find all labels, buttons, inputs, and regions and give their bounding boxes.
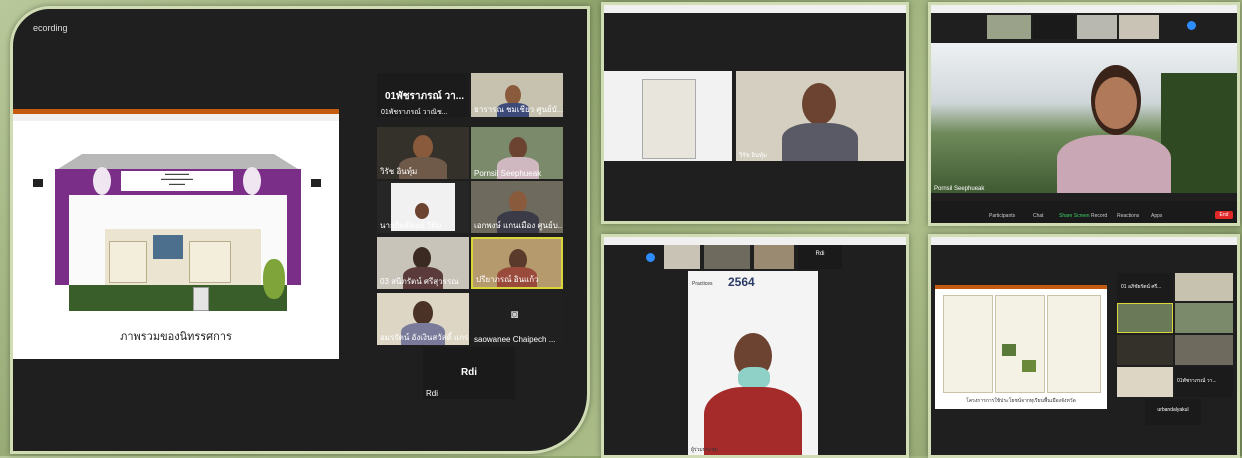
speaker-video[interactable]: Pornsil Seephueak bbox=[931, 43, 1237, 193]
camera-off-icon: ◙ bbox=[511, 307, 519, 321]
participant-name: 03 สนิภรัตน์ ศรีสุวรรณ bbox=[380, 277, 459, 286]
zoom-window-main: ecording ▬▬▬▬▬▬ ▬▬▬▬▬▬▬▬ ▬▬▬▬ ภาพรวมของนิท… bbox=[10, 6, 590, 454]
participant-tile[interactable]: ปรียาภรณ์ อินแก้ว bbox=[471, 237, 563, 289]
speaker-sub-label: 01พัชราภรณ์ วาณิช... bbox=[381, 109, 448, 116]
participant-name: ปรียาภรณ์ อินแก้ว bbox=[476, 275, 539, 284]
participant-name: วิรัช อินทุ์ม bbox=[380, 167, 418, 176]
participant-name: saowanee Chaipech ... bbox=[474, 335, 556, 344]
poster-right bbox=[1047, 295, 1101, 393]
zoom-window-2: วิรัช อินทุ์ม bbox=[601, 2, 909, 224]
participant-tile[interactable]: ◙ saowanee Chaipech ... bbox=[471, 293, 563, 345]
participant-name: ธารารณ ชมเชียว ศูนย์บั... bbox=[474, 105, 563, 114]
thumbnail-tile[interactable] bbox=[987, 15, 1031, 39]
participant-name: ผู้ร่วมประชุม bbox=[691, 447, 718, 453]
zoom-window-3: Pornsil Seephueak Participants Chat Shar… bbox=[928, 2, 1240, 226]
participant-name: เอกพงษ์ แกนเมือง ศูนย์บ... bbox=[474, 221, 563, 230]
participant-name: วิรัช อินทุ์ม bbox=[739, 153, 767, 159]
thumbnail-tile[interactable] bbox=[754, 245, 794, 269]
slide-caption: โครงการการใช้ประโยชน์จากทุเรียนพื้นเมือง… bbox=[966, 398, 1076, 404]
shared-slide: โครงการการใช้ประโยชน์จากทุเรียนพื้นเมือง… bbox=[935, 285, 1107, 409]
thumbnail-tile[interactable] bbox=[704, 245, 750, 269]
control-reactions[interactable]: Reactions bbox=[1117, 213, 1139, 219]
control-chat[interactable]: Chat bbox=[1033, 213, 1044, 219]
speaker-name: 01 อภิชัยรัตน์ ศรี... bbox=[1121, 284, 1162, 290]
recording-label: ecording bbox=[33, 23, 68, 33]
control-share-screen[interactable]: Share Screen bbox=[1059, 213, 1090, 219]
participant-name: นายกิตติพงษ์ วีทิม bbox=[380, 221, 442, 230]
speaker-video[interactable]: วิรัช อินทุ์ม bbox=[736, 71, 904, 161]
zoom-window-4: Rdi 2564 Practices ผู้ร่วมประชุม bbox=[601, 234, 909, 458]
participant-tile[interactable]: urbandalyakul bbox=[1145, 399, 1201, 425]
thumbnail-tile[interactable] bbox=[1119, 15, 1159, 39]
participant-name: Rdi bbox=[426, 389, 439, 398]
slide-year: 2564 bbox=[728, 275, 755, 289]
participant-tile[interactable]: เอกพงษ์ แกนเมือง ศูนย์บ... bbox=[471, 181, 563, 233]
participant-initials: Rdi bbox=[460, 367, 478, 378]
participant-name: Pornsil Seephueak bbox=[474, 169, 542, 178]
thumbnail-tile[interactable] bbox=[664, 245, 700, 269]
gallery-next-icon[interactable] bbox=[646, 253, 655, 262]
speaker-name: 01พัชราภรณ์ วา... bbox=[1177, 378, 1217, 384]
participant-tile[interactable] bbox=[1117, 367, 1173, 397]
control-record[interactable]: Record bbox=[1091, 213, 1107, 219]
participant-tile[interactable] bbox=[1175, 303, 1233, 333]
thumbnail-tile[interactable] bbox=[1033, 15, 1075, 39]
speaker-video[interactable]: 2564 Practices ผู้ร่วมประชุม bbox=[688, 271, 818, 455]
participant-tile[interactable]: นายกิตติพงษ์ วีทิม bbox=[377, 181, 469, 233]
participant-tile[interactable] bbox=[1175, 335, 1233, 365]
end-meeting-button[interactable]: End bbox=[1215, 211, 1233, 219]
shared-document bbox=[604, 71, 732, 161]
participant-name: urbandalyakul bbox=[1157, 407, 1189, 413]
shared-slide: ▬▬▬▬▬▬ ▬▬▬▬▬▬▬▬ ▬▬▬▬ ภาพรวมของนิทรรศการ bbox=[13, 109, 339, 359]
participant-tile[interactable] bbox=[1175, 273, 1233, 301]
participant-tile[interactable]: อมรรัตน์ อังเงินสวัสดิ์ แกร... bbox=[377, 293, 469, 345]
participant-tile[interactable]: Rdi Rdi bbox=[423, 347, 515, 399]
slide-caption: ภาพรวมของนิทรรศการ bbox=[120, 331, 232, 343]
participant-tile[interactable]: Pornsil Seephueak bbox=[471, 127, 563, 179]
gallery-next-icon[interactable] bbox=[1187, 21, 1196, 30]
control-participants[interactable]: Participants bbox=[989, 213, 1015, 219]
thumbnail-tile[interactable] bbox=[1077, 15, 1117, 39]
participant-tile[interactable]: วิรัช อินทุ์ม bbox=[377, 127, 469, 179]
poster-left bbox=[943, 295, 993, 393]
active-speaker-tile[interactable]: 01พัชราภรณ์ วา... 01พัชราภรณ์ วาณิช... bbox=[377, 73, 469, 117]
speaker-name: 01พัชราภรณ์ วา... bbox=[385, 91, 465, 102]
poster-middle bbox=[995, 295, 1045, 393]
active-speaker-tile[interactable]: 01พัชราภรณ์ วา... bbox=[1175, 367, 1233, 397]
participant-tile[interactable]: ธารารณ ชมเชียว ศูนย์บั... bbox=[471, 73, 563, 117]
control-apps[interactable]: Apps bbox=[1151, 213, 1162, 219]
thumbnail-tile[interactable]: Rdi bbox=[798, 245, 842, 269]
participant-name: Pornsil Seephueak bbox=[934, 186, 985, 192]
participant-name: อมรรัตน์ อังเงินสวัสดิ์ แกร... bbox=[380, 333, 469, 342]
ribbon-bar bbox=[13, 114, 339, 121]
slide-heading: Practices bbox=[692, 281, 713, 287]
zoom-window-5: โครงการการใช้ประโยชน์จากทุเรียนพื้นเมือง… bbox=[928, 234, 1240, 458]
participant-tile[interactable] bbox=[1117, 303, 1173, 333]
participant-tile[interactable] bbox=[1117, 335, 1173, 365]
meeting-controls-bar: Participants Chat Share Screen Record Re… bbox=[931, 201, 1237, 223]
participant-initials: Rdi bbox=[815, 251, 825, 257]
participant-tile[interactable]: 03 สนิภรัตน์ ศรีสุวรรณ bbox=[377, 237, 469, 289]
active-speaker-tile[interactable]: 01 อภิชัยรัตน์ ศรี... bbox=[1117, 273, 1173, 301]
